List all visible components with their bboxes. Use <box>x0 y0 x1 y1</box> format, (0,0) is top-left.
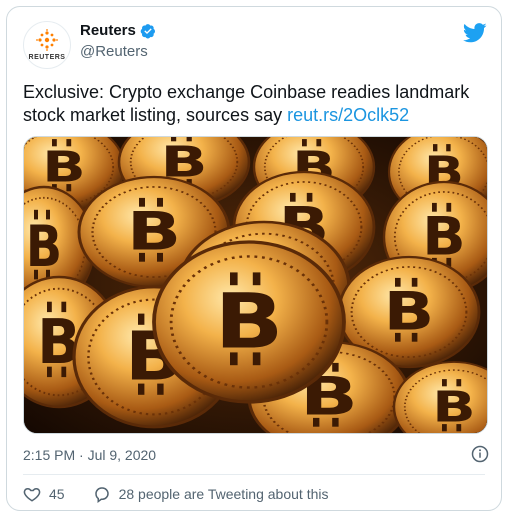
twitter-bird-icon[interactable] <box>463 23 487 43</box>
tweet-image[interactable]: B <box>23 136 488 434</box>
conversation-label: 28 people are Tweeting about this <box>118 486 329 502</box>
divider <box>23 474 485 475</box>
reuters-logo-icon <box>36 29 58 51</box>
info-icon[interactable] <box>471 445 489 463</box>
heart-icon <box>23 487 41 502</box>
tweet-actions: 45 28 people are Tweeting about this <box>23 485 328 503</box>
reply-icon <box>94 487 109 503</box>
tweet-timestamp[interactable]: 2:15 PM · Jul 9, 2020 <box>23 447 156 463</box>
avatar-logo-text: REUTERS <box>28 54 66 61</box>
like-count: 45 <box>49 486 65 502</box>
avatar[interactable]: REUTERS <box>23 21 71 69</box>
bitcoin-coins-image: B <box>24 137 487 433</box>
account-name-row[interactable]: Reuters <box>80 22 156 39</box>
tweet-link[interactable]: reut.rs/2Oclk52 <box>287 105 409 125</box>
account-name[interactable]: Reuters <box>80 22 136 39</box>
tweet-card[interactable]: REUTERS Reuters @Reuters Exclusive: Cryp… <box>6 6 502 511</box>
conversation-button[interactable]: 28 people are Tweeting about this <box>93 485 329 503</box>
verified-badge-icon <box>140 23 155 38</box>
like-button[interactable]: 45 <box>23 485 65 503</box>
tweet-text: Exclusive: Crypto exchange Coinbase read… <box>23 81 493 127</box>
account-handle[interactable]: @Reuters <box>80 43 148 60</box>
